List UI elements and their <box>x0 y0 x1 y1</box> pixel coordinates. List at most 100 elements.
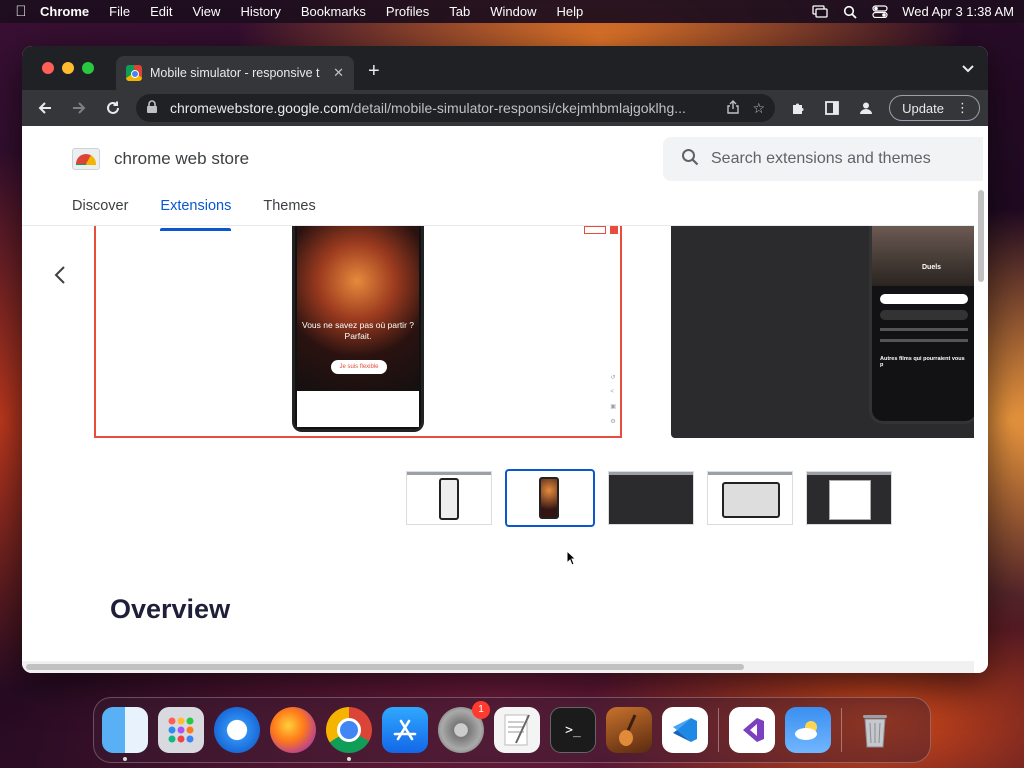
dock-system-settings[interactable]: 1 <box>438 701 490 753</box>
more-menu-icon[interactable]: ⋮ <box>956 100 969 116</box>
phone-mockup-dark: Duels Autres films qui pourraient vous p <box>869 226 974 424</box>
profile-avatar-icon[interactable] <box>851 94 881 122</box>
menu-view[interactable]: View <box>192 4 220 19</box>
side-panel-icon[interactable] <box>817 94 847 122</box>
update-label: Update <box>902 100 944 116</box>
menu-clock[interactable]: Wed Apr 3 1:38 AM <box>902 4 1014 19</box>
slide-badge-close <box>610 226 618 234</box>
carousel-previous-button[interactable] <box>54 264 66 290</box>
vertical-scrollbar[interactable] <box>978 190 984 282</box>
control-center-icon[interactable] <box>872 5 888 18</box>
extensions-puzzle-icon[interactable] <box>783 94 813 122</box>
dock-separator-2 <box>841 708 842 752</box>
search-placeholder: Search extensions and themes <box>711 150 931 167</box>
dock-launchpad[interactable] <box>158 707 204 753</box>
screen-mirroring-icon[interactable] <box>812 5 828 18</box>
chrome-web-store-favicon-icon <box>126 65 142 81</box>
close-window-button[interactable] <box>42 62 54 74</box>
overview-heading: Overview <box>110 594 231 624</box>
tab-title: Mobile simulator - responsive t <box>150 66 320 80</box>
menu-help[interactable]: Help <box>557 4 584 19</box>
url-path: /detail/mobile-simulator-responsi/ckejmh… <box>349 100 686 116</box>
dock-app-store[interactable] <box>382 707 428 753</box>
thumbnail-1[interactable] <box>406 471 492 525</box>
tab-themes[interactable]: Themes <box>263 198 315 214</box>
tab-search-chevron-icon[interactable] <box>962 62 974 76</box>
screenshot-slide-current: Vous ne savez pas où partir ? Parfait. J… <box>94 226 622 438</box>
store-header: chrome web store Search extensions and t… <box>22 126 983 231</box>
forward-button[interactable] <box>64 94 94 122</box>
store-name[interactable]: chrome web store <box>114 149 249 169</box>
thumbnail-3[interactable] <box>608 471 694 525</box>
minimize-window-button[interactable] <box>62 62 74 74</box>
slide-side-toolbar: ↺ < ▣ ⚙ <box>610 374 616 425</box>
menu-profiles[interactable]: Profiles <box>386 4 429 19</box>
menu-bar:  Chrome File Edit View History Bookmark… <box>0 0 1024 23</box>
spotlight-search-icon[interactable] <box>842 5 858 19</box>
bookmark-star-icon[interactable]: ☆ <box>753 100 766 117</box>
site-info-icon[interactable] <box>146 99 160 117</box>
menu-edit[interactable]: Edit <box>150 4 172 19</box>
settings-notification-badge: 1 <box>472 701 490 719</box>
store-search-input[interactable]: Search extensions and themes <box>663 137 983 181</box>
close-tab-icon[interactable]: ✕ <box>333 65 344 81</box>
thumbnail-4[interactable] <box>707 471 793 525</box>
dock-visual-studio-code[interactable] <box>662 707 708 753</box>
phone-bottom-bar <box>297 391 419 427</box>
dock-instruments[interactable] <box>606 707 652 753</box>
dock-terminal[interactable]: >_ <box>550 707 596 753</box>
share-icon[interactable] <box>726 99 739 117</box>
menu-file[interactable]: File <box>109 4 130 19</box>
reload-button[interactable] <box>98 94 128 122</box>
dock-textedit[interactable] <box>494 707 540 753</box>
share-small-icon: < <box>610 389 614 395</box>
menu-app-name[interactable]: Chrome <box>40 4 89 19</box>
phone-screen: Vous ne savez pas où partir ? Parfait. J… <box>297 226 419 391</box>
chrome-window: Mobile simulator - responsive t ✕ + chro… <box>22 46 988 673</box>
settings-small-icon: ⚙ <box>610 419 616 425</box>
rotate-icon: ↺ <box>610 375 616 381</box>
web-page: chrome web store Search extensions and t… <box>22 126 988 673</box>
screenshot-slide-next[interactable]: Duels Autres films qui pourraient vous p <box>671 226 974 438</box>
dock-visual-studio[interactable] <box>729 707 775 753</box>
chrome-web-store-logo-icon[interactable] <box>72 146 100 170</box>
movie-hero: Duels <box>872 226 974 286</box>
menu-history[interactable]: History <box>240 4 280 19</box>
dock-safari[interactable] <box>214 707 260 753</box>
search-icon <box>681 148 699 171</box>
slide-badge <box>584 226 606 234</box>
back-button[interactable] <box>30 94 60 122</box>
address-bar[interactable]: chromewebstore.google.com/detail/mobile-… <box>136 94 776 122</box>
new-tab-button[interactable]: + <box>368 60 380 83</box>
slide-main-cta: Je suis flexible <box>331 360 387 374</box>
mouse-cursor-icon <box>566 550 576 566</box>
menu-window[interactable]: Window <box>490 4 536 19</box>
dock-chrome[interactable] <box>326 707 372 761</box>
url-host: chromewebstore.google.com <box>170 100 350 116</box>
update-chrome-button[interactable]: Update ⋮ <box>889 95 980 121</box>
dock-firefox[interactable] <box>270 707 316 753</box>
screenshot-icon: ▣ <box>610 404 616 410</box>
tab-extensions[interactable]: Extensions <box>160 198 231 231</box>
store-nav: Discover Extensions Themes <box>72 198 316 231</box>
apple-menu-icon[interactable]:  <box>10 3 32 20</box>
menu-tab[interactable]: Tab <box>449 4 470 19</box>
zoom-window-button[interactable] <box>82 62 94 74</box>
dock-weather[interactable] <box>785 707 831 753</box>
dock-trash[interactable] <box>852 707 898 753</box>
slide-next-subtitle: Autres films qui pourraient vous p <box>880 356 965 368</box>
window-controls <box>42 62 94 74</box>
tab-mobile-simulator[interactable]: Mobile simulator - responsive t ✕ <box>116 56 354 90</box>
tab-discover[interactable]: Discover <box>72 198 128 214</box>
browser-toolbar: chromewebstore.google.com/detail/mobile-… <box>22 90 988 126</box>
thumbnail-2[interactable] <box>505 469 595 527</box>
phone-mockup: Vous ne savez pas où partir ? Parfait. J… <box>292 226 424 432</box>
horizontal-scrollbar[interactable] <box>26 664 744 670</box>
horizontal-scrollbar-track <box>22 661 974 673</box>
url-text[interactable]: chromewebstore.google.com/detail/mobile-… <box>170 100 713 116</box>
menu-bookmarks[interactable]: Bookmarks <box>301 4 366 19</box>
screenshot-thumbnails <box>406 469 892 527</box>
dock-finder[interactable] <box>102 707 148 761</box>
dock-separator <box>718 708 719 752</box>
thumbnail-5[interactable] <box>806 471 892 525</box>
